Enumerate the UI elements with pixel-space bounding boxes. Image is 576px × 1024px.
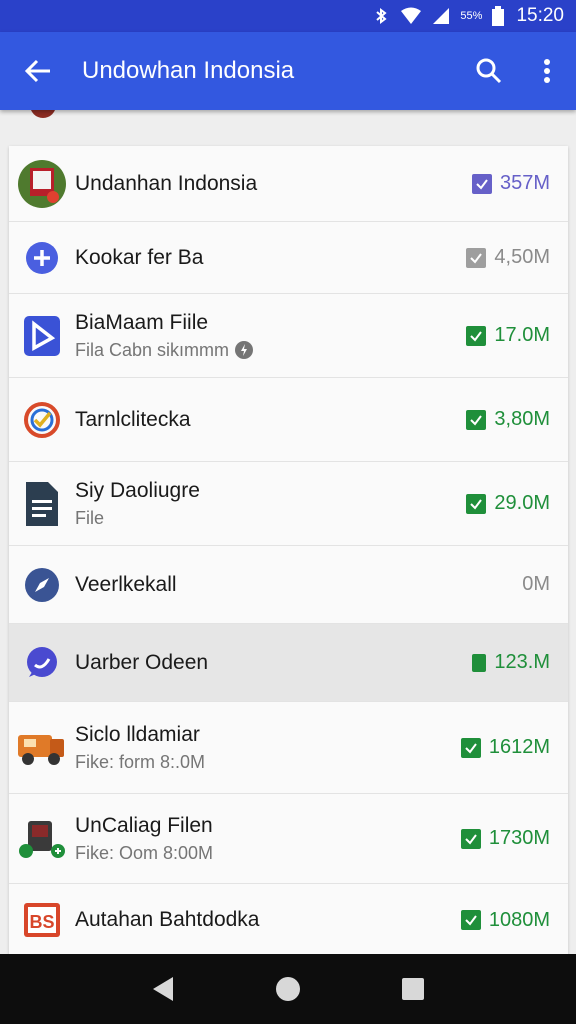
- bluetooth-icon: [372, 7, 390, 25]
- status-bar: 55% 15:20: [0, 0, 576, 32]
- check-icon[interactable]: [460, 910, 481, 930]
- nav-recents-button[interactable]: [383, 959, 443, 1019]
- page-title: Undowhan Indonsia: [82, 57, 295, 84]
- list-item[interactable]: BiaMaam Fiile Fila Cabn sikımmm 17.0M: [9, 294, 568, 378]
- item-size: 1080M: [488, 908, 550, 931]
- item-size: 1612M: [488, 736, 550, 758]
- navigation-bar: [0, 954, 576, 1024]
- check-icon[interactable]: [471, 173, 492, 194]
- item-subtitle: File: [75, 507, 105, 528]
- item-name: Uarber Odeen: [75, 650, 209, 674]
- app-bar: Undowhan Indonsia: [0, 32, 576, 110]
- item-size: 1730M: [488, 827, 550, 849]
- item-name: Autahan Bahtdodka: [75, 908, 260, 931]
- item-size: 357M: [499, 172, 550, 194]
- item-name: BiaMaam Fiile: [75, 310, 209, 334]
- check-icon[interactable]: [460, 737, 481, 758]
- more-options-button[interactable]: [518, 32, 576, 110]
- recents-square-icon: [402, 978, 425, 1000]
- signal-icon: [432, 7, 450, 25]
- list-item[interactable]: Kookar fer Ba 4,50M: [9, 222, 568, 294]
- item-name: Siclo lldamiar: [75, 722, 200, 746]
- list-item-selected[interactable]: Uarber Odeen 123.M: [9, 624, 568, 702]
- check-icon[interactable]: [466, 409, 487, 430]
- item-size: 0M: [522, 573, 550, 595]
- truck-icon: [9, 725, 75, 771]
- list-item[interactable]: Veerlkekall 0M: [9, 546, 568, 624]
- item-name: Kookar fer Ba: [75, 245, 204, 269]
- item-name: Siy Daoliugre: [75, 478, 200, 502]
- nav-back-button[interactable]: [133, 959, 193, 1019]
- back-button[interactable]: [0, 32, 76, 110]
- d-logo-icon: [9, 315, 75, 356]
- info-badge-icon: [235, 340, 254, 359]
- document-icon: [9, 481, 75, 526]
- check-icon[interactable]: [472, 653, 487, 672]
- item-name: UnCaliag Filen: [75, 813, 213, 837]
- flag-book-icon: [9, 159, 75, 209]
- item-size: 17.0M: [494, 324, 550, 346]
- svg-text:BS: BS: [29, 912, 54, 932]
- color-ring-icon: [9, 401, 75, 439]
- battery-icon: [492, 6, 505, 26]
- check-icon[interactable]: [460, 828, 481, 849]
- more-vert-icon: [544, 59, 550, 83]
- list-item[interactable]: Undanhan Indonsia 357M: [9, 146, 568, 222]
- compass-icon: [9, 567, 75, 603]
- item-size: 123.M: [494, 651, 550, 673]
- list-item[interactable]: Siclo lldamiar Fike: form 8:.0M 1612M: [9, 702, 568, 794]
- nav-home-button[interactable]: [258, 959, 318, 1019]
- item-size: 3,80M: [494, 408, 550, 430]
- item-subtitle: Fike: Oom 8:00M: [75, 842, 214, 863]
- check-icon[interactable]: [466, 247, 487, 268]
- clock: 15:20: [516, 5, 564, 26]
- item-size: 4,50M: [494, 246, 550, 268]
- bs-logo-icon: BS: [9, 903, 75, 937]
- item-subtitle: Fike: form 8:.0M: [75, 751, 206, 772]
- game-console-icon: [9, 817, 75, 861]
- battery-percent: 55%: [460, 10, 483, 22]
- list-item[interactable]: Tarnlclitecka 3,80M: [9, 378, 568, 462]
- item-name: Veerlkekall: [75, 572, 177, 596]
- check-icon[interactable]: [466, 493, 487, 514]
- item-name: Tarnlclitecka: [75, 407, 191, 431]
- item-subtitle: Fila Cabn sikımmm: [75, 339, 230, 360]
- search-icon: [476, 58, 502, 84]
- chat-bubble-icon: [9, 645, 75, 681]
- list-item[interactable]: Siy Daoliugre File 29.0M: [9, 462, 568, 546]
- list-item[interactable]: UnCaliag Filen Fike: Oom 8:00M 1730M: [9, 794, 568, 884]
- search-button[interactable]: [460, 32, 518, 110]
- item-name: Undanhan Indonsia: [75, 171, 258, 195]
- list-item[interactable]: BS Autahan Bahtdodka 1080M: [9, 884, 568, 956]
- item-size: 29.0M: [494, 492, 550, 514]
- plus-circle-icon: [9, 241, 75, 275]
- check-icon[interactable]: [466, 325, 487, 346]
- wifi-icon: [400, 7, 422, 25]
- back-triangle-icon: [152, 977, 173, 1001]
- download-list: Undanhan Indonsia 357M Kookar fer Ba 4,5…: [9, 146, 568, 956]
- list-header-area: [0, 104, 576, 142]
- home-circle-icon: [275, 977, 300, 1001]
- back-arrow-icon: [24, 59, 50, 83]
